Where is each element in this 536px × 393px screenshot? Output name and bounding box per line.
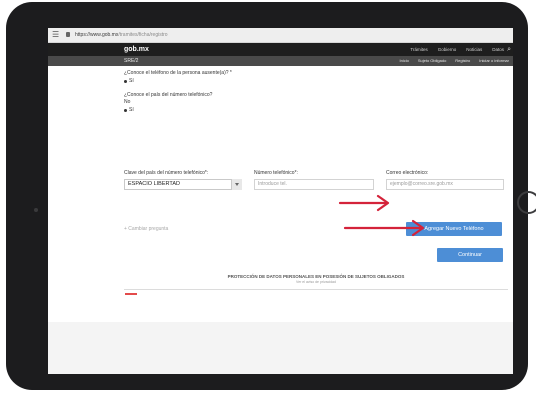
phone-label: Número telefónico*:	[254, 170, 298, 176]
radio-country-yes[interactable]: Sí	[124, 107, 134, 113]
radio-dot	[124, 108, 127, 112]
sub-link-inicio[interactable]: Inicio	[399, 58, 408, 64]
nav-link-gobierno[interactable]: Gobierno	[438, 47, 457, 53]
sub-link-iniciar[interactable]: Iniciar o informar	[479, 58, 509, 64]
blank-area	[48, 322, 513, 374]
nav-link-noticias[interactable]: Noticias	[466, 47, 482, 53]
tablet-frame: ☰ https://www.gob.mx/tramites/ficha/regi…	[6, 2, 536, 390]
add-phone-button[interactable]: Agregar Nuevo Teléfono	[406, 222, 502, 236]
privacy-link[interactable]: Ver el aviso de privacidad	[124, 280, 508, 284]
url-path: /tramites/ficha/registro	[118, 32, 168, 38]
phone-input[interactable]: Introduce tel.	[254, 179, 374, 190]
country-code-select[interactable]: ESPACIO LIBERTAD	[124, 179, 242, 190]
privacy-title: PROTECCIÓN DE DATOS PERSONALES EN POSESI…	[227, 274, 405, 279]
sub-link-sujeto[interactable]: Sujeto Obligado	[418, 58, 446, 64]
site-header: gob.mx Trámites Gobierno Noticias Datos …	[48, 43, 513, 56]
sub-header: SRE/2 Inicio Sujeto Obligado Registro In…	[48, 56, 513, 66]
continue-button[interactable]: Continuar	[437, 248, 503, 262]
search-icon[interactable]: ⌕	[507, 45, 511, 54]
header-nav: Trámites Gobierno Noticias Datos	[410, 47, 504, 53]
divider	[124, 289, 508, 290]
country-code-label: Clave del país del número telefónico*:	[124, 170, 209, 176]
question-phone-known: ¿Conoce el teléfono de la persona ausent…	[124, 70, 232, 76]
site-logo[interactable]: gob.mx	[124, 46, 149, 54]
radio-label: Sí	[129, 107, 134, 113]
menu-icon[interactable]: ☰	[52, 30, 59, 40]
sub-link-registro[interactable]: Registro	[455, 58, 470, 64]
home-button[interactable]	[517, 191, 536, 214]
camera	[34, 208, 38, 212]
browser-bar: ☰ https://www.gob.mx/tramites/ficha/regi…	[48, 28, 513, 43]
radio-dot	[124, 79, 127, 83]
address-bar[interactable]: https://www.gob.mx/tramites/ficha/regist…	[75, 31, 168, 39]
section-title: SRE/2	[124, 58, 139, 64]
nav-link-datos[interactable]: Datos	[492, 47, 504, 53]
form-area: ¿Conoce el teléfono de la persona ausent…	[48, 66, 513, 328]
screen: ☰ https://www.gob.mx/tramites/ficha/regi…	[48, 28, 513, 374]
question-country-known: ¿Conoce el país del número telefónico?	[124, 92, 213, 98]
lock-icon	[66, 32, 70, 37]
email-input[interactable]: ejemplo@correo.sre.gob.mx	[386, 179, 504, 190]
radio-phone-known-yes[interactable]: Sí	[124, 78, 134, 84]
nav-link-tramites[interactable]: Trámites	[410, 47, 427, 53]
sub-nav: Inicio Sujeto Obligado Registro Iniciar …	[399, 58, 509, 64]
change-question-link[interactable]: + Cambiar pregunta	[124, 226, 168, 232]
radio-label: Sí	[129, 78, 134, 84]
chevron-down-icon[interactable]	[231, 179, 242, 190]
url-host: https://www.gob.mx	[75, 32, 119, 38]
radio-country-no[interactable]: No	[124, 99, 130, 105]
email-label: Correo electrónico:	[386, 170, 429, 176]
red-accent-bar	[125, 293, 137, 295]
